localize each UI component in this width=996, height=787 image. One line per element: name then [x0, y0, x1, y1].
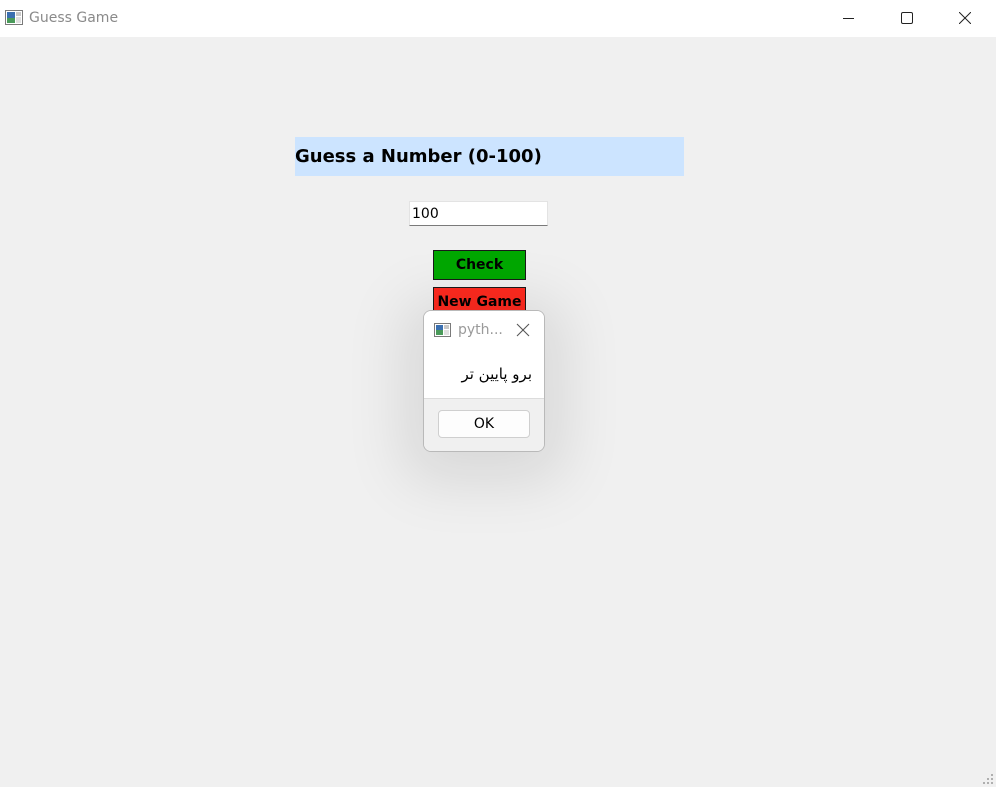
app-icon	[434, 323, 451, 337]
window-title: Guess Game	[29, 10, 119, 26]
game-heading: Guess a Number (0-100)	[295, 137, 684, 176]
dialog-footer: OK	[424, 398, 544, 451]
dialog-body: برو پایین تر	[424, 349, 544, 398]
app-icon	[5, 10, 23, 25]
ok-button[interactable]: OK	[438, 410, 530, 438]
message-dialog: pyth... برو پایین تر OK	[423, 310, 545, 452]
resize-grip-icon[interactable]	[982, 773, 994, 785]
check-button[interactable]: Check	[433, 250, 526, 280]
close-button[interactable]	[942, 0, 988, 36]
dialog-message: برو پایین تر	[461, 365, 532, 383]
maximize-button[interactable]	[884, 0, 930, 36]
minimize-button[interactable]	[826, 0, 872, 36]
dialog-title: pyth...	[458, 322, 503, 338]
minimize-icon	[843, 18, 854, 19]
maximize-icon	[901, 12, 913, 24]
dialog-titlebar[interactable]: pyth...	[424, 311, 544, 349]
window-titlebar[interactable]: Guess Game	[0, 0, 996, 37]
close-icon	[959, 12, 971, 24]
close-icon[interactable]	[516, 323, 530, 337]
guess-input[interactable]	[409, 201, 548, 226]
